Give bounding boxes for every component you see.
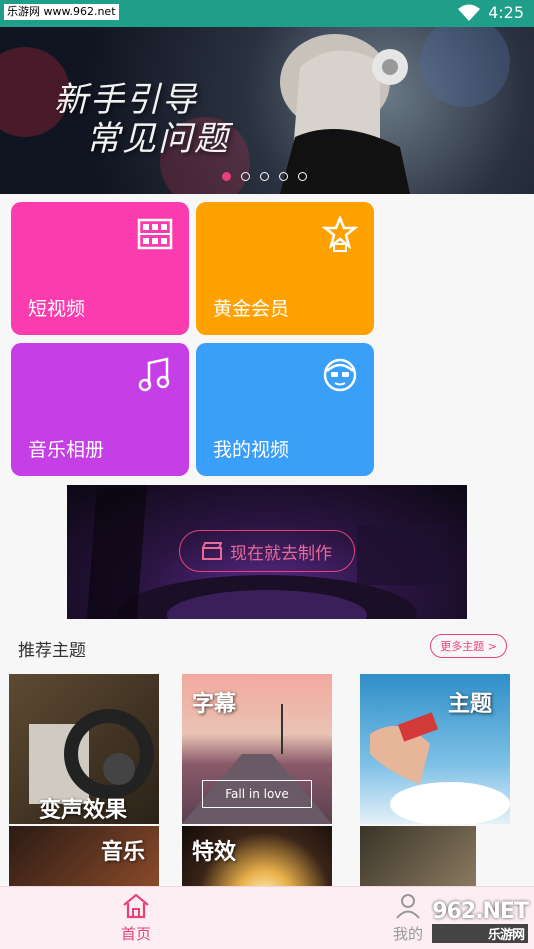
banner-title-line2: 常见问题 xyxy=(86,119,230,159)
watermark-main: 962.NET xyxy=(432,899,529,924)
tile-my-video[interactable]: 我的视频 xyxy=(196,343,374,476)
tile-label: 我的视频 xyxy=(213,439,290,461)
bottom-nav: 首页 我的 962.NET 乐游网 xyxy=(0,886,534,949)
make-now-label: 现在就去制作 xyxy=(230,543,332,564)
tile-label: 短视频 xyxy=(28,298,86,320)
tile-short-video[interactable]: 短视频 xyxy=(11,202,189,335)
theme-subtitle: Fall in love xyxy=(202,780,312,808)
clapper-icon xyxy=(202,542,222,560)
theme-card[interactable]: 变声效果 xyxy=(9,674,159,824)
theme-label: 音乐 xyxy=(101,840,146,865)
tile-gold-member[interactable]: 黄金会员 xyxy=(196,202,374,335)
music-note-icon xyxy=(138,357,170,392)
more-themes-button[interactable]: 更多主题 > xyxy=(430,634,507,658)
tile-label: 黄金会员 xyxy=(213,298,290,320)
theme-label: 主题 xyxy=(448,692,493,717)
theme-card[interactable] xyxy=(360,826,476,886)
home-icon xyxy=(123,893,149,919)
clock: 4:25 xyxy=(488,3,524,22)
nav-home[interactable]: 首页 xyxy=(108,893,164,944)
pager-dot[interactable] xyxy=(298,172,307,181)
promo-banner[interactable]: 现在就去制作 xyxy=(67,485,467,619)
film-icon xyxy=(137,218,173,250)
theme-card[interactable]: 主题 xyxy=(360,674,510,824)
pager-dot[interactable] xyxy=(241,172,250,181)
nav-home-label: 首页 xyxy=(120,925,151,943)
tile-music-album[interactable]: 音乐相册 xyxy=(11,343,189,476)
theme-label: 特效 xyxy=(192,840,237,865)
person-icon xyxy=(396,894,420,919)
wifi-icon xyxy=(458,4,481,21)
theme-card[interactable]: 音乐 xyxy=(9,826,159,886)
theme-card[interactable]: 特效 xyxy=(182,826,332,886)
status-bar: 乐游网 www.962.net 4:25 xyxy=(0,0,534,27)
nav-me[interactable]: 我的 xyxy=(380,893,436,944)
hero-banner[interactable]: 新手引导 常见问题 xyxy=(0,27,534,194)
banner-person-image xyxy=(280,34,410,194)
theme-label: 字幕 xyxy=(192,692,237,717)
theme-card[interactable]: 字幕 Fall in love xyxy=(182,674,332,824)
pager-dot[interactable] xyxy=(222,172,231,181)
star-badge-icon xyxy=(322,216,358,252)
make-now-button[interactable]: 现在就去制作 xyxy=(179,530,355,572)
pager-dot[interactable] xyxy=(279,172,288,181)
watermark-label: 乐游网 www.962.net xyxy=(4,4,119,20)
theme-label: 变声效果 xyxy=(39,798,128,823)
tile-label: 音乐相册 xyxy=(28,439,105,461)
site-watermark: 962.NET 乐游网 xyxy=(432,899,529,943)
nav-me-label: 我的 xyxy=(392,925,423,943)
section-title: 推荐主题 xyxy=(18,641,86,661)
banner-pager[interactable] xyxy=(222,172,307,181)
user-avatar-icon xyxy=(323,358,357,392)
pager-dot[interactable] xyxy=(260,172,269,181)
watermark-sub: 乐游网 xyxy=(432,924,528,943)
